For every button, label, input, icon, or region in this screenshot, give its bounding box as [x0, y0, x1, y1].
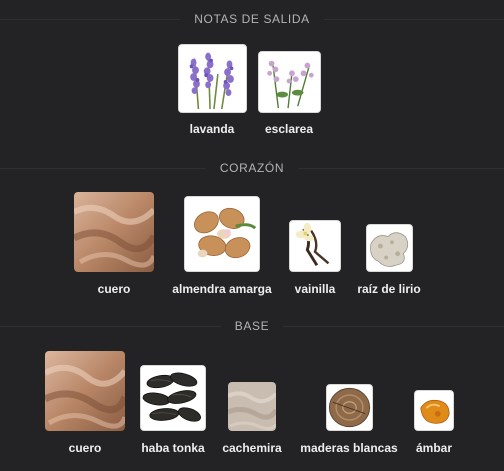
divider	[0, 18, 181, 20]
white-woods-icon[interactable]	[326, 384, 373, 431]
note-label: cuero	[97, 282, 131, 296]
tonka-bean-icon[interactable]	[140, 365, 206, 431]
leather-icon[interactable]	[45, 351, 125, 431]
section-title-base-notes: BASE	[0, 319, 504, 333]
section-title-top-notes: NOTAS DE SALIDA	[0, 12, 504, 26]
vanilla-icon[interactable]	[289, 220, 341, 272]
note-label: raíz de lirio	[357, 282, 421, 296]
divider	[298, 167, 504, 169]
note-label: ámbar	[415, 441, 453, 455]
section-title-text: BASE	[234, 319, 270, 333]
divider	[0, 325, 221, 327]
section-title-text: NOTAS DE SALIDA	[194, 12, 310, 26]
leather-icon[interactable]	[74, 192, 154, 272]
note-label: vainilla	[294, 282, 336, 296]
note-label: lavanda	[189, 122, 235, 136]
divider	[0, 167, 206, 169]
cashmere-icon[interactable]	[228, 382, 276, 431]
orris-root-icon[interactable]	[366, 224, 413, 272]
section-title-heart-notes: CORAZÓN	[0, 161, 504, 175]
note-label: cachemira	[222, 441, 282, 455]
note-label: cuero	[68, 441, 102, 455]
note-label: almendra amarga	[172, 282, 272, 296]
note-label: esclarea	[264, 122, 314, 136]
note-label: maderas blancas	[300, 441, 398, 455]
almond-icon[interactable]	[184, 196, 260, 272]
lavender-icon[interactable]	[178, 44, 247, 113]
clary-sage-icon[interactable]	[258, 51, 321, 113]
section-title-text: CORAZÓN	[219, 161, 285, 175]
note-label: haba tonka	[141, 441, 205, 455]
divider	[283, 325, 504, 327]
divider	[323, 18, 504, 20]
amber-icon[interactable]	[414, 390, 454, 431]
